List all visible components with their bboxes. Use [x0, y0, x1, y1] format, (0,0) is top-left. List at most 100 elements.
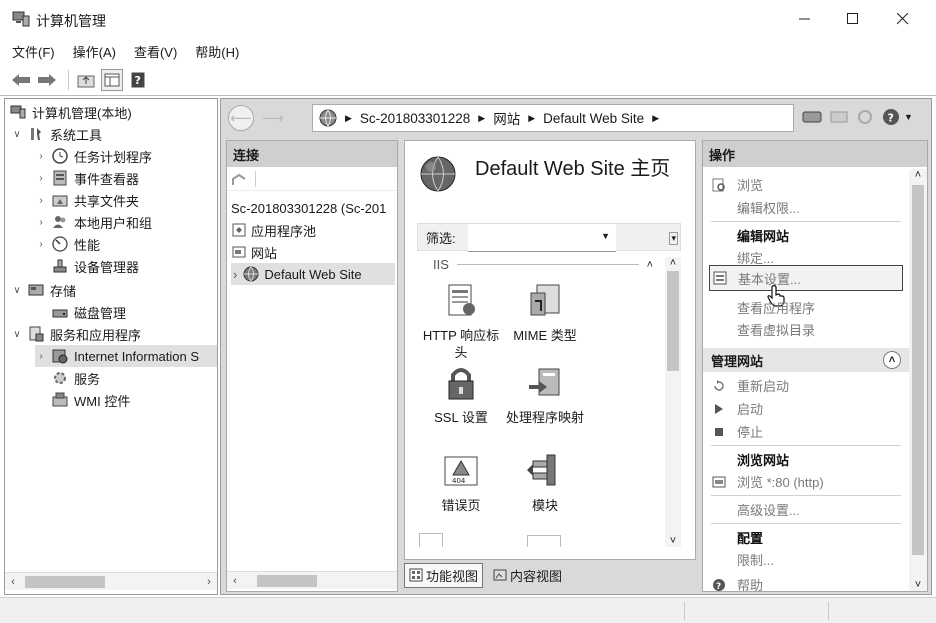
- action-start[interactable]: 启动: [711, 398, 763, 419]
- tree-item-system-tools[interactable]: ∨ 系统工具: [11, 123, 102, 145]
- tree-item-event-viewer[interactable]: › 事件查看器: [35, 167, 139, 189]
- connection-sites[interactable]: 网站: [231, 241, 277, 263]
- scroll-left-icon[interactable]: ‹: [227, 575, 243, 587]
- show-hide-tree-icon[interactable]: [101, 68, 123, 91]
- tree-root[interactable]: 计算机管理(本地): [9, 101, 132, 123]
- action-browse-80[interactable]: 浏览 *:80 (http): [711, 471, 824, 492]
- action-stop[interactable]: 停止: [711, 421, 763, 442]
- menu-help[interactable]: 帮助(H): [195, 42, 239, 61]
- tree-item-device-manager[interactable]: 设备管理器: [35, 255, 139, 277]
- scroll-up-icon[interactable]: ˄: [665, 257, 681, 269]
- up-folder-icon[interactable]: [75, 69, 97, 91]
- help-icon[interactable]: ?: [882, 108, 900, 126]
- scroll-thumb[interactable]: [667, 271, 679, 371]
- tree-item-services-apps[interactable]: ∨ 服务和应用程序: [11, 323, 141, 345]
- action-edit-site: 编辑网站: [711, 225, 789, 246]
- tree-item-shared-folders[interactable]: › 共享文件夹: [35, 189, 139, 211]
- action-view-applications[interactable]: 查看应用程序: [711, 297, 815, 318]
- menu-view[interactable]: 查看(V): [134, 42, 177, 61]
- connection-server[interactable]: Sc-201803301228 (Sc-201: [231, 197, 386, 219]
- tab-features-view[interactable]: 功能视图: [404, 562, 484, 588]
- tree-item-local-users[interactable]: › 本地用户和组: [35, 211, 152, 233]
- help-dropdown-icon[interactable]: ▼: [904, 112, 913, 122]
- action-view-virtual-dirs[interactable]: 查看虚拟目录: [711, 319, 815, 340]
- chevron-right-icon[interactable]: ›: [233, 267, 237, 282]
- refresh-icon[interactable]: [856, 108, 874, 126]
- group-by-icon[interactable]: ▾: [669, 232, 678, 245]
- chevron-down-icon[interactable]: ∨: [11, 285, 23, 296]
- connect-icon[interactable]: [802, 109, 822, 125]
- tree-item-task-scheduler[interactable]: › 任务计划程序: [35, 145, 152, 167]
- chevron-down-icon[interactable]: ▼: [601, 231, 610, 241]
- chevron-up-icon[interactable]: ˄: [647, 259, 653, 271]
- nav-back-icon[interactable]: ⟵: [228, 105, 254, 131]
- chevron-right-icon[interactable]: ›: [35, 151, 47, 162]
- action-browse[interactable]: 浏览: [711, 174, 763, 195]
- feature-http-headers[interactable]: HTTP 响应标头: [421, 281, 501, 361]
- scroll-up-icon[interactable]: ˄: [909, 169, 927, 181]
- tab-label: 功能视图: [426, 568, 479, 584]
- action-restart[interactable]: 重新启动: [711, 375, 789, 396]
- action-basic-settings[interactable]: 基本设置...: [709, 265, 903, 291]
- scroll-left-icon[interactable]: ‹: [5, 576, 21, 588]
- action-help[interactable]: ? 帮助: [711, 574, 763, 591]
- maximize-button[interactable]: [830, 4, 876, 34]
- tree-item-wmi[interactable]: WMI 控件: [35, 389, 130, 411]
- tree-item-label: WMI 控件: [74, 393, 131, 409]
- scroll-down-icon[interactable]: ˅: [909, 579, 927, 591]
- nav-forward-icon[interactable]: ⟶: [260, 105, 286, 131]
- action-label: 查看虚拟目录: [737, 323, 816, 338]
- menu-file[interactable]: 文件(F): [12, 42, 55, 61]
- feature-mime-types[interactable]: MIME 类型: [505, 281, 585, 344]
- collapse-icon[interactable]: ˄: [883, 351, 901, 369]
- connection-app-pools[interactable]: 应用程序池: [231, 219, 316, 241]
- menu-action[interactable]: 操作(A): [73, 42, 116, 61]
- tree-horizontal-scrollbar[interactable]: ‹ ›: [5, 572, 217, 590]
- help-icon[interactable]: ?: [127, 69, 149, 91]
- scroll-thumb[interactable]: [257, 574, 317, 587]
- feature-ssl-settings[interactable]: SSL 设置: [421, 363, 501, 426]
- chevron-right-icon[interactable]: ›: [35, 351, 47, 362]
- forward-icon[interactable]: [36, 69, 58, 91]
- filter-input[interactable]: ▼: [468, 224, 616, 252]
- tree-item-disk-management[interactable]: 磁盘管理: [35, 301, 126, 323]
- back-icon[interactable]: [10, 69, 32, 91]
- action-label: 编辑权限...: [737, 201, 800, 216]
- stop-icon[interactable]: [830, 109, 848, 125]
- breadcrumb-sites[interactable]: 网站: [493, 108, 520, 128]
- scroll-down-icon[interactable]: ˅: [665, 535, 681, 547]
- tab-content-view[interactable]: 内容视图: [489, 564, 566, 587]
- close-button[interactable]: [880, 4, 926, 34]
- chevron-down-icon[interactable]: ∨: [11, 329, 23, 340]
- tree-item-storage[interactable]: ∨ 存储: [11, 279, 76, 301]
- chevron-right-icon[interactable]: ›: [35, 173, 47, 184]
- breadcrumb-server[interactable]: Sc-201803301228: [360, 111, 470, 126]
- minimize-button[interactable]: [782, 4, 828, 34]
- chevron-right-icon[interactable]: ›: [35, 239, 47, 250]
- chevron-down-icon[interactable]: ∨: [11, 129, 23, 140]
- chevron-right-icon[interactable]: ›: [35, 217, 47, 228]
- filter-label: 筛选:: [426, 230, 456, 246]
- feature-handler-mappings[interactable]: 处理程序映射: [505, 363, 585, 426]
- feature-error-pages[interactable]: 404 错误页: [421, 451, 501, 514]
- manage-site-header[interactable]: 管理网站 ˄: [703, 348, 909, 372]
- connections-horizontal-scrollbar[interactable]: ‹: [227, 571, 397, 589]
- tree-item-performance[interactable]: › 性能: [35, 233, 100, 255]
- tree-item-services[interactable]: 服务: [35, 367, 100, 389]
- breadcrumb-site[interactable]: Default Web Site: [543, 111, 644, 126]
- tree-item-iis[interactable]: › Internet Information S: [35, 345, 217, 367]
- actions-vertical-scrollbar[interactable]: ˄ ˅: [909, 169, 927, 591]
- scroll-thumb[interactable]: [912, 185, 924, 555]
- services-apps-icon: [27, 326, 45, 342]
- feature-modules[interactable]: 模块: [505, 451, 585, 514]
- scroll-thumb[interactable]: [25, 575, 105, 588]
- scroll-right-icon[interactable]: ›: [201, 576, 217, 588]
- action-advanced-settings[interactable]: 高级设置...: [711, 499, 800, 520]
- action-limits[interactable]: 限制...: [711, 549, 774, 570]
- connection-default-web-site[interactable]: › Default Web Site: [231, 263, 395, 285]
- features-vertical-scrollbar[interactable]: ˄ ˅: [665, 257, 681, 547]
- connection-label: Default Web Site: [264, 266, 362, 282]
- action-edit-permissions[interactable]: 编辑权限...: [711, 197, 800, 218]
- chevron-right-icon[interactable]: ›: [35, 195, 47, 206]
- connect-to-server-icon[interactable]: [231, 171, 247, 187]
